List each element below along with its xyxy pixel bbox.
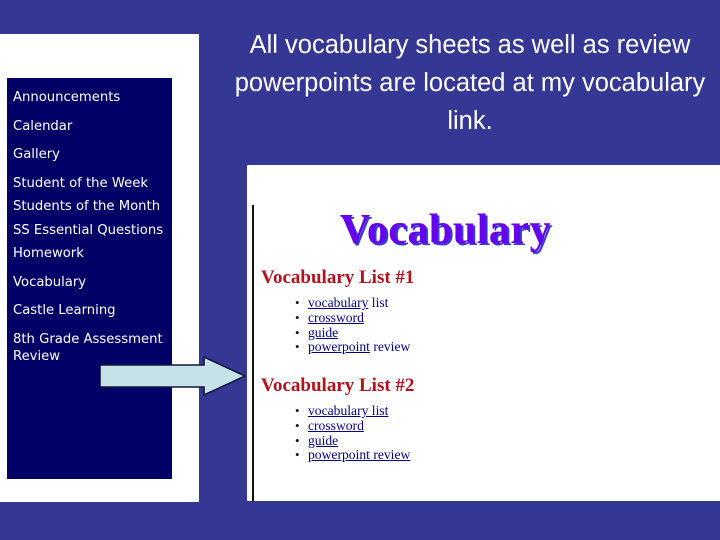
bullet-icon: •: [295, 447, 300, 463]
list-item[interactable]: • powerpoint review: [295, 339, 701, 355]
list-item[interactable]: • vocabulary list: [295, 295, 701, 311]
link-vocabulary-list[interactable]: vocabulary: [308, 295, 368, 310]
link-powerpoint-review[interactable]: powerpoint review: [308, 447, 410, 462]
pointer-arrow-icon: [100, 356, 246, 396]
bullet-icon: •: [295, 324, 300, 340]
sidebar-item-announcements[interactable]: Announcements: [7, 89, 166, 107]
sidebar-item-homework[interactable]: Homework: [7, 245, 166, 263]
bullet-icon: •: [295, 295, 300, 310]
website-screenshot-right: Vocabulary Vocabulary List #1 • vocabular…: [247, 165, 720, 501]
slide-canvas: All vocabulary sheets as well as review …: [0, 0, 720, 540]
sidebar-item-castle-learning[interactable]: Castle Learning: [7, 302, 166, 320]
sidebar-item-student-of-the-week[interactable]: Student of the Week: [7, 175, 166, 193]
site-navigation-menu[interactable]: Announcements Calendar Gallery Student o…: [7, 78, 172, 479]
bullet-icon: •: [295, 403, 300, 418]
link-guide[interactable]: guide: [308, 325, 338, 340]
list-item[interactable]: • vocabulary list: [295, 403, 701, 419]
page-title: Vocabulary: [339, 207, 552, 253]
vocabulary-list-2-links: • vocabulary list • crossword • guide • powe…: [261, 403, 701, 463]
link-guide[interactable]: guide: [308, 433, 338, 448]
link-powerpoint-review[interactable]: powerpoint: [308, 339, 370, 354]
sidebar-item-gallery[interactable]: Gallery: [7, 146, 166, 164]
slide-caption: All vocabulary sheets as well as review …: [234, 31, 706, 135]
sidebar-item-ss-essential-questions[interactable]: SS Essential Questions: [7, 222, 166, 240]
link-crossword[interactable]: crossword: [308, 310, 364, 325]
bullet-icon: •: [295, 309, 300, 325]
list-item[interactable]: • crossword: [295, 417, 701, 434]
vocabulary-list-2-section: Vocabulary List #2 • vocabulary list • cro…: [261, 375, 701, 463]
vocabulary-list-2-heading: Vocabulary List #2: [261, 375, 415, 396]
vocabulary-list-1-links: • vocabulary list • crossword • guide • powe…: [261, 295, 701, 355]
sidebar-item-calendar[interactable]: Calendar: [7, 118, 166, 136]
list-item[interactable]: • guide: [295, 324, 701, 341]
link-crossword[interactable]: crossword: [308, 418, 364, 433]
list-item[interactable]: • guide: [295, 432, 701, 449]
vocabulary-list-1-section: Vocabulary List #1 • vocabulary list • cro…: [261, 267, 701, 355]
list-item[interactable]: • crossword: [295, 309, 701, 326]
bullet-icon: •: [295, 339, 300, 355]
sidebar-item-vocabulary[interactable]: Vocabulary: [7, 274, 166, 292]
list-item[interactable]: • powerpoint review: [295, 447, 701, 463]
link-vocabulary-list[interactable]: vocabulary list: [308, 403, 388, 418]
list-item-suffix: list: [368, 295, 389, 310]
list-item-suffix: review: [369, 339, 411, 355]
website-screenshot-left: Announcements Calendar Gallery Student o…: [0, 34, 199, 502]
bullet-icon: •: [295, 432, 300, 448]
vocabulary-list-1-heading: Vocabulary List #1: [261, 267, 415, 288]
sidebar-item-students-of-the-month[interactable]: Students of the Month: [7, 198, 166, 216]
bullet-icon: •: [295, 417, 300, 433]
